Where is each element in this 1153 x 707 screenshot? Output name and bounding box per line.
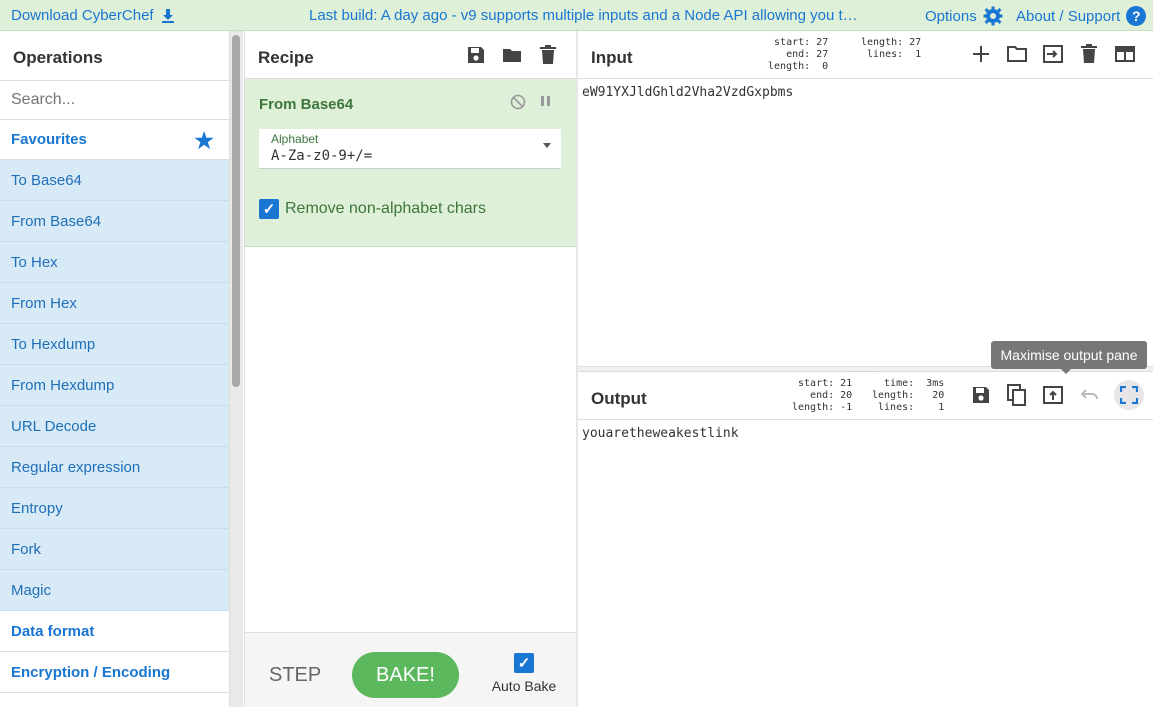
- checkbox-checked-icon[interactable]: ✓: [514, 653, 534, 673]
- input-length-stats: length: 27 lines: 1: [861, 37, 922, 60]
- favourites-category[interactable]: Favourites ★: [0, 120, 229, 160]
- operations-pane: Operations Favourites ★ To Base64 From B…: [0, 31, 230, 707]
- clear-input-icon[interactable]: [1078, 43, 1100, 65]
- disable-icon[interactable]: [510, 94, 526, 114]
- category-encryption-encoding[interactable]: Encryption / Encoding: [0, 652, 229, 693]
- operation-item[interactable]: To Hexdump: [0, 324, 229, 365]
- input-text[interactable]: eW91YXJldGhld2Vha2VzdGxpbms: [582, 85, 793, 100]
- operations-scrollbar[interactable]: [230, 31, 243, 707]
- build-notice[interactable]: Last build: A day ago - v9 supports mult…: [309, 7, 859, 24]
- input-header: Input start: 27 end: 27 length: 0 length…: [578, 31, 1153, 79]
- alphabet-value: A-Za-z0-9+/=: [271, 148, 373, 164]
- search-input[interactable]: [0, 80, 229, 120]
- trash-icon[interactable]: [537, 44, 559, 66]
- recipe-controls: STEP BAKE! ✓ Auto Bake: [245, 632, 576, 707]
- maximise-tooltip: Maximise output pane: [991, 341, 1147, 374]
- dropdown-arrow-icon[interactable]: [543, 143, 551, 148]
- alphabet-select[interactable]: Alphabet A-Za-z0-9+/=: [259, 129, 561, 169]
- auto-bake-label: Auto Bake: [491, 678, 557, 694]
- reset-layout-icon[interactable]: [1114, 43, 1136, 65]
- remove-nonalpha-checkbox[interactable]: ✓ Remove non-alphabet chars: [259, 199, 486, 219]
- alphabet-label: Alphabet: [271, 132, 319, 146]
- copy-icon[interactable]: [1006, 384, 1028, 406]
- recipe-pane: Recipe From Base64 Alphabet A-Za-z0-9+/=…: [244, 31, 577, 707]
- add-tab-icon[interactable]: [970, 43, 992, 65]
- replace-input-icon[interactable]: [1042, 384, 1064, 406]
- options-link[interactable]: Options: [925, 6, 1003, 26]
- download-label: Download CyberChef: [11, 7, 154, 24]
- bake-button[interactable]: BAKE!: [352, 652, 459, 698]
- gear-icon: [983, 6, 1003, 26]
- remove-nonalpha-label: Remove non-alphabet chars: [285, 200, 487, 217]
- input-pane: Input start: 27 end: 27 length: 0 length…: [578, 31, 1153, 366]
- operation-item[interactable]: To Base64: [0, 160, 229, 201]
- open-file-icon[interactable]: [1042, 43, 1064, 65]
- download-link[interactable]: Download CyberChef: [11, 7, 176, 24]
- about-link[interactable]: About / Support ?: [1016, 6, 1147, 26]
- operation-item[interactable]: Regular expression: [0, 447, 229, 488]
- maximise-icon[interactable]: [1114, 380, 1144, 410]
- favourites-list: To Base64 From Base64 To Hex From Hex To…: [0, 160, 229, 611]
- category-data-format[interactable]: Data format: [0, 611, 229, 652]
- operation-item[interactable]: URL Decode: [0, 406, 229, 447]
- options-label: Options: [925, 7, 977, 25]
- output-text[interactable]: youaretheweakestlink: [582, 426, 739, 441]
- top-banner: Download CyberChef Last build: A day ago…: [0, 0, 1153, 31]
- favourites-label: Favourites: [11, 131, 87, 148]
- output-pane: Output start: 21 end: 20 length: -1 time…: [578, 372, 1153, 707]
- pause-icon[interactable]: [540, 94, 552, 112]
- undo-icon[interactable]: [1078, 384, 1100, 406]
- output-title: Output: [591, 389, 647, 408]
- operations-title: Operations: [13, 48, 103, 67]
- output-selection-stats: start: 21 end: 20 length: -1: [792, 378, 853, 413]
- operation-item[interactable]: Magic: [0, 570, 229, 611]
- about-label: About / Support: [1016, 7, 1121, 25]
- save-icon[interactable]: [465, 44, 487, 66]
- scrollbar-thumb[interactable]: [232, 35, 240, 387]
- star-icon[interactable]: ★: [194, 128, 214, 154]
- operation-card-from-base64[interactable]: From Base64 Alphabet A-Za-z0-9+/= ✓ Remo…: [245, 79, 576, 247]
- operation-item[interactable]: From Base64: [0, 201, 229, 242]
- recipe-toolbar: [465, 44, 559, 66]
- operation-item[interactable]: From Hex: [0, 283, 229, 324]
- input-toolbar: [970, 43, 1136, 65]
- input-selection-stats: start: 27 end: 27 length: 0: [768, 37, 829, 72]
- help-icon: ?: [1126, 6, 1147, 26]
- operation-item[interactable]: Entropy: [0, 488, 229, 529]
- checkbox-checked-icon[interactable]: ✓: [259, 199, 279, 219]
- operation-item[interactable]: To Hex: [0, 242, 229, 283]
- recipe-title: Recipe: [258, 48, 314, 67]
- auto-bake-toggle[interactable]: ✓ Auto Bake: [489, 653, 559, 694]
- step-button[interactable]: STEP: [269, 664, 321, 687]
- input-title: Input: [591, 48, 633, 67]
- folder-icon[interactable]: [501, 44, 523, 66]
- output-toolbar: [970, 380, 1144, 410]
- output-length-stats: time: 3ms length: 20 lines: 1: [872, 378, 945, 413]
- operation-item[interactable]: From Hexdump: [0, 365, 229, 406]
- open-folder-icon[interactable]: [1006, 43, 1028, 65]
- operation-item[interactable]: Fork: [0, 529, 229, 570]
- download-icon: [161, 8, 174, 23]
- recipe-header: Recipe: [245, 31, 576, 79]
- output-header: Output start: 21 end: 20 length: -1 time…: [578, 372, 1153, 420]
- operation-name: From Base64: [259, 96, 354, 113]
- save-output-icon[interactable]: [970, 384, 992, 406]
